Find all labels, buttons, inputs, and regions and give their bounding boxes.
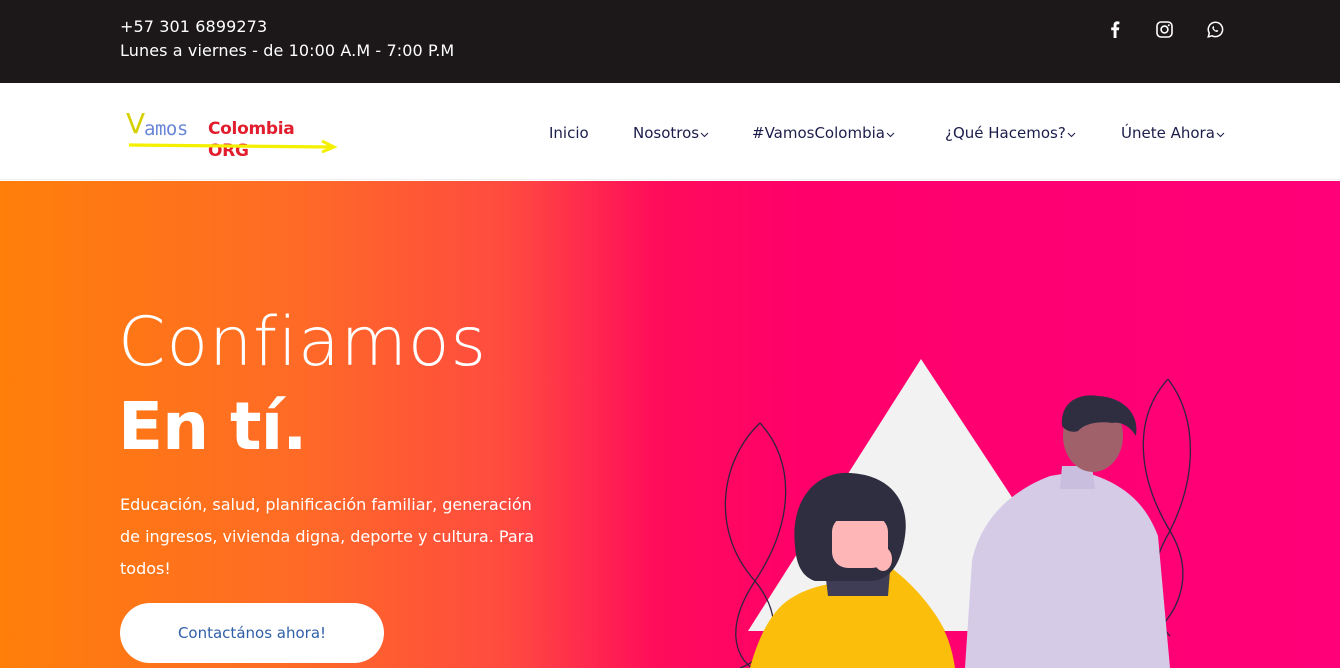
nav-item-vamoscolombia[interactable]: #VamosColombia [752, 121, 895, 145]
nav-item-label: Nosotros [633, 124, 700, 142]
chevron-down-icon [886, 132, 895, 137]
nav-item-label: Únete Ahora [1121, 124, 1215, 142]
nav-item-label: Inicio [549, 124, 589, 142]
business-hours: Lunes a viernes - de 10:00 A.M - 7:00 P.… [120, 41, 455, 60]
contact-now-button[interactable]: Contactános ahora! [120, 603, 384, 663]
chevron-down-icon [1067, 132, 1076, 137]
nav-item-inicio[interactable]: Inicio [549, 121, 589, 145]
nav-item-unete-ahora[interactable]: Únete Ahora [1121, 121, 1225, 145]
contact-now-button-label: Contactános ahora! [177, 624, 327, 642]
facebook-icon[interactable] [1104, 18, 1126, 40]
site-logo[interactable]: V amos Colombia ORG [126, 107, 340, 161]
main-header: V amos Colombia ORG Inicio Nosotros #Vam… [0, 83, 1340, 180]
top-contact-bar: +57 301 6899273 Lunes a viernes - de 10:… [0, 0, 1340, 83]
hero-description: Educación, salud, planificación familiar… [120, 495, 535, 578]
nav-item-label: #VamosColombia [752, 124, 885, 142]
nav-item-nosotros[interactable]: Nosotros [633, 121, 709, 145]
instagram-icon[interactable] [1153, 18, 1175, 40]
whatsapp-icon[interactable] [1204, 18, 1226, 40]
hero-section: Confiamos En tí. Educación, salud, plani… [0, 181, 1340, 668]
chevron-down-icon [700, 132, 709, 137]
logo-arrow-icon [128, 139, 338, 153]
phone-number: +57 301 6899273 [120, 17, 268, 36]
nav-item-label: ¿Qué Hacemos? [945, 124, 1066, 142]
people-illustration [724, 359, 1191, 668]
chevron-down-icon [1216, 132, 1225, 137]
hero-title-light: Confiamos [118, 303, 487, 382]
logo-v-letter: V [126, 107, 146, 140]
nav-item-que-hacemos[interactable]: ¿Qué Hacemos? [945, 121, 1076, 145]
hero-title-bold: En tí. [118, 388, 307, 465]
